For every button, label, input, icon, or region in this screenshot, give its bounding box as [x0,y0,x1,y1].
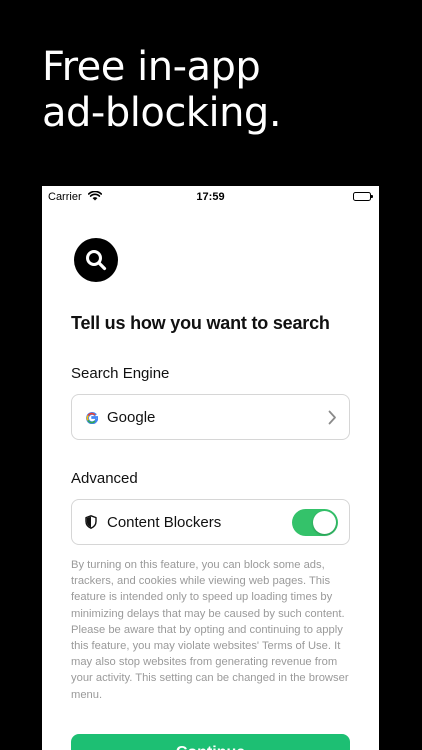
status-time: 17:59 [196,191,225,203]
promo-headline-line1: Free in-app [42,44,261,90]
battery-icon [353,192,373,201]
content-blockers-toggle[interactable] [292,509,338,536]
content-blockers-row: Content Blockers [71,499,350,545]
search-logo-icon [74,238,118,282]
promo-headline: Free in-app ad-blocking. [42,44,402,136]
content-blockers-description: By turning on this feature, you can bloc… [71,559,349,701]
search-engine-label: Search Engine [71,365,170,382]
status-bar: Carrier 17:59 [42,186,379,208]
promo-headline-line2: ad-blocking. [42,90,282,136]
search-engine-value: Google [107,409,156,426]
google-g-icon [86,411,99,429]
search-engine-selector[interactable]: Google [71,394,350,440]
toggle-knob [313,511,336,534]
continue-button[interactable]: Continue [71,734,350,750]
page-title: Tell us how you want to search [71,313,330,333]
content-blockers-label: Content Blockers [107,514,222,531]
shield-icon [85,515,97,534]
chevron-right-icon [328,410,337,430]
phone-screen: Carrier 17:59 Tell us how you want to se… [42,186,379,750]
advanced-label: Advanced [71,470,138,487]
